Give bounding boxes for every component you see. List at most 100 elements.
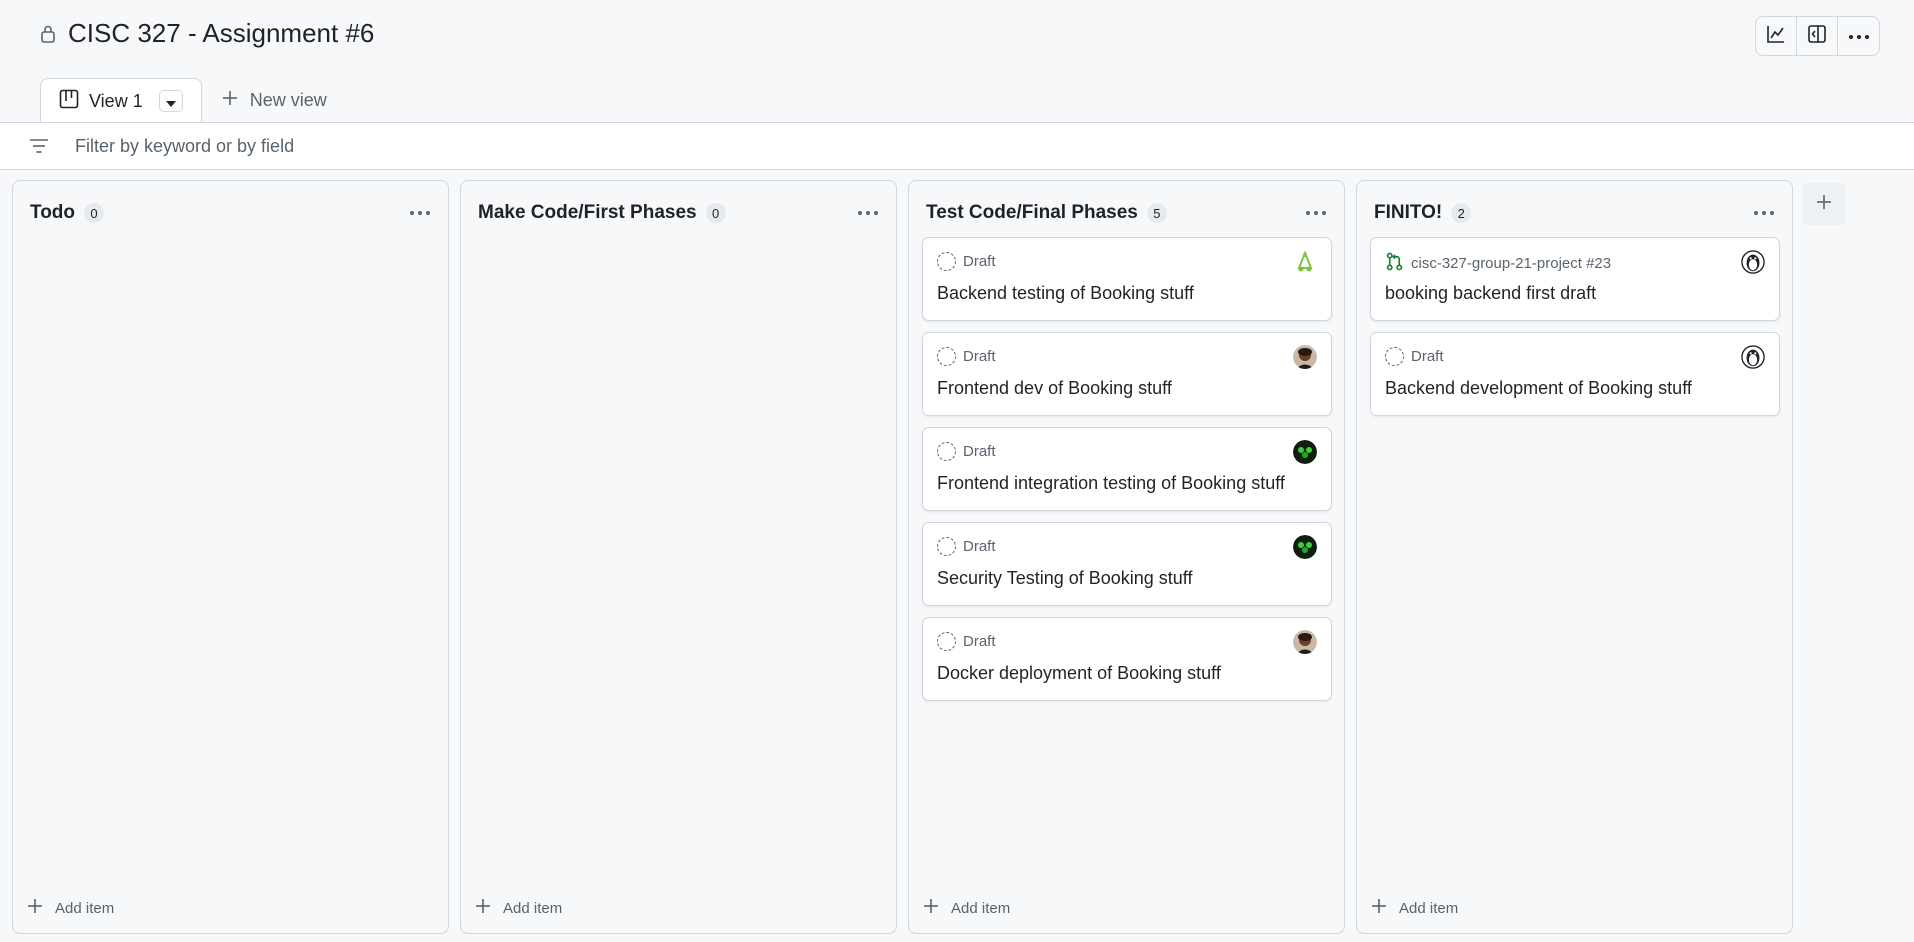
person-avatar[interactable]: [1293, 630, 1317, 654]
view-tabs: View 1 New view: [40, 78, 327, 123]
side-panel-button[interactable]: [1797, 17, 1838, 55]
column-header: FINITO! 2: [1374, 197, 1780, 229]
card-repo-ref[interactable]: cisc-327-group-21-project #23: [1411, 255, 1611, 272]
add-item-label: Add item: [951, 899, 1011, 917]
caret-down-icon: [165, 91, 176, 112]
column-count: 2: [1451, 203, 1472, 223]
card[interactable]: Draft Docker deployment of Booking stuff: [922, 617, 1332, 701]
new-view-label: New view: [249, 89, 327, 110]
tab-options-button[interactable]: [158, 90, 183, 112]
card-meta: Draft: [937, 442, 996, 461]
green-avatar[interactable]: [1293, 535, 1317, 559]
card-meta: Draft: [937, 537, 996, 556]
draft-icon: [937, 632, 956, 651]
column-count: 0: [705, 203, 726, 223]
draft-icon: [937, 347, 956, 366]
card-title[interactable]: Frontend dev of Booking stuff: [937, 378, 1172, 399]
add-item-button[interactable]: Add item: [471, 895, 562, 921]
more-options-button[interactable]: [1838, 17, 1879, 55]
card-status: Draft: [963, 633, 996, 650]
title-row: CISC 327 - Assignment #6: [40, 18, 374, 49]
more-icon: [858, 211, 878, 215]
green-avatar[interactable]: [1293, 440, 1317, 464]
plus-icon: [1816, 194, 1832, 215]
more-icon: [410, 211, 430, 215]
column-test-code: Test Code/Final Phases 5 Draft Backend t…: [908, 180, 1345, 934]
add-item-button[interactable]: Add item: [1367, 895, 1458, 921]
add-column-button[interactable]: [1802, 183, 1846, 225]
panel-icon: [1807, 24, 1827, 49]
column-name: Todo: [30, 202, 76, 223]
column-more-button[interactable]: [1748, 197, 1780, 229]
card-meta: Draft: [937, 347, 996, 366]
board: Todo 0 Add item Make Code/First Phases 0…: [12, 180, 1793, 934]
linux-avatar[interactable]: [1293, 250, 1317, 274]
card-title[interactable]: Backend testing of Booking stuff: [937, 283, 1194, 304]
card-status: Draft: [963, 253, 996, 270]
column-finito: FINITO! 2 cisc-327-group-21-project #23 …: [1356, 180, 1793, 934]
card-list: cisc-327-group-21-project #23 booking ba…: [1370, 237, 1780, 416]
filter-bar: Filter by keyword or by field: [0, 122, 1914, 170]
card[interactable]: Draft Frontend integration testing of Bo…: [922, 427, 1332, 511]
card[interactable]: Draft Backend testing of Booking stuff: [922, 237, 1332, 321]
filter-icon[interactable]: [28, 135, 50, 157]
draft-icon: [937, 442, 956, 461]
column-todo: Todo 0 Add item: [12, 180, 449, 934]
tab-label: View 1: [89, 90, 143, 111]
card[interactable]: Draft Security Testing of Booking stuff: [922, 522, 1332, 606]
plus-icon: [222, 90, 238, 111]
person-avatar[interactable]: [1293, 345, 1317, 369]
tab-view-1[interactable]: View 1: [40, 78, 202, 123]
more-icon: [1306, 211, 1326, 215]
column-name: Test Code/Final Phases: [926, 202, 1138, 223]
column-more-button[interactable]: [404, 197, 436, 229]
plus-icon: [923, 898, 939, 918]
add-item-label: Add item: [503, 899, 563, 917]
column-more-button[interactable]: [1300, 197, 1332, 229]
board-icon: [59, 89, 79, 114]
draft-icon: [937, 252, 956, 271]
column-header: Todo 0: [30, 197, 436, 229]
card-title[interactable]: booking backend first draft: [1385, 283, 1596, 304]
column-make-code: Make Code/First Phases 0 Add item: [460, 180, 897, 934]
penguin-avatar[interactable]: [1741, 250, 1765, 274]
project-header: CISC 327 - Assignment #6 View 1 New view: [0, 0, 1914, 123]
plus-icon: [1371, 898, 1387, 918]
card[interactable]: Draft Backend development of Booking stu…: [1370, 332, 1780, 416]
page-title: CISC 327 - Assignment #6: [68, 18, 375, 48]
column-header: Make Code/First Phases 0: [478, 197, 884, 229]
card-status: Draft: [963, 538, 996, 555]
more-icon: [1848, 27, 1870, 45]
card[interactable]: cisc-327-group-21-project #23 booking ba…: [1370, 237, 1780, 321]
filter-input[interactable]: Filter by keyword or by field: [75, 136, 294, 157]
penguin-avatar[interactable]: [1741, 345, 1765, 369]
card-list: Draft Backend testing of Booking stuff D…: [922, 237, 1332, 701]
column-header: Test Code/Final Phases 5: [926, 197, 1332, 229]
header-button-group: [1755, 16, 1880, 56]
insights-button[interactable]: [1756, 17, 1797, 55]
column-name: Make Code/First Phases: [478, 202, 697, 223]
draft-icon: [937, 537, 956, 556]
card-title[interactable]: Docker deployment of Booking stuff: [937, 663, 1221, 684]
card[interactable]: Draft Frontend dev of Booking stuff: [922, 332, 1332, 416]
insights-icon: [1766, 24, 1786, 49]
card-meta: Draft: [937, 632, 996, 651]
add-item-button[interactable]: Add item: [919, 895, 1010, 921]
card-meta: cisc-327-group-21-project #23: [1385, 252, 1611, 275]
column-more-button[interactable]: [852, 197, 884, 229]
card-title[interactable]: Security Testing of Booking stuff: [937, 568, 1192, 589]
draft-icon: [1385, 347, 1404, 366]
plus-icon: [27, 898, 43, 918]
card-title[interactable]: Frontend integration testing of Booking …: [937, 473, 1285, 494]
more-icon: [1754, 211, 1774, 215]
add-item-button[interactable]: Add item: [23, 895, 114, 921]
card-meta: Draft: [937, 252, 996, 271]
card-title[interactable]: Backend development of Booking stuff: [1385, 378, 1692, 399]
column-name: FINITO!: [1374, 202, 1443, 223]
pull-request-icon: [1385, 252, 1404, 275]
new-view-button[interactable]: New view: [202, 78, 327, 122]
plus-icon: [475, 898, 491, 918]
lock-icon: [40, 24, 56, 44]
card-status: Draft: [963, 348, 996, 365]
add-item-label: Add item: [55, 899, 115, 917]
